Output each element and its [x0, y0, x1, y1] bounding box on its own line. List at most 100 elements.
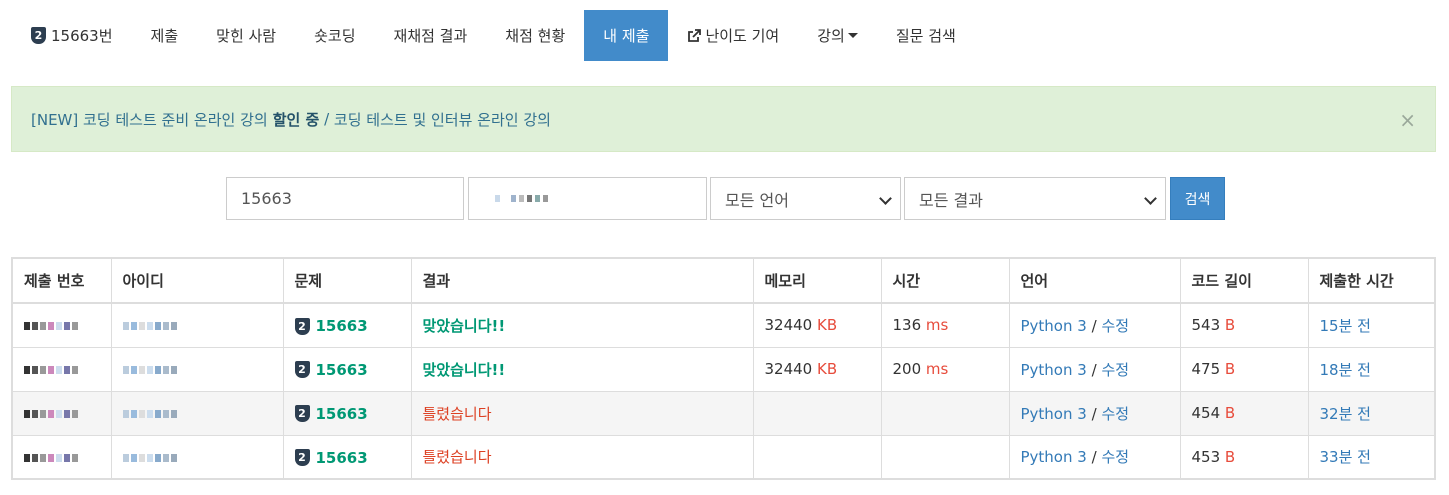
col-user-id: 아이디 — [111, 258, 284, 304]
code-length-cell: 475 B — [1180, 346, 1309, 391]
nav-question-search-label: 질문 검색 — [895, 27, 956, 45]
submitted-time-cell: 33분 전 — [1308, 434, 1436, 479]
submitted-time-cell: 15분 전 — [1308, 302, 1436, 347]
promo-alert: [NEW] 코딩 테스트 준비 온라인 강의 할인 중 / 코딩 테스트 및 인… — [11, 86, 1436, 152]
code-length-cell: 543 B — [1180, 302, 1309, 347]
code-length-value[interactable]: 543 — [1192, 316, 1221, 334]
code-length-value[interactable]: 454 — [1192, 404, 1221, 422]
nav-short-coding-label: 숏코딩 — [314, 27, 356, 45]
nav-submit-label: 제출 — [150, 27, 179, 45]
edit-link[interactable]: 수정 — [1101, 317, 1129, 335]
problem-cell[interactable]: 2 15663 — [283, 302, 412, 347]
redacted-submission-id — [24, 453, 78, 462]
language-cell: Python 3 / 수정 — [1009, 434, 1181, 479]
memory-value: 32440 — [764, 316, 813, 335]
tier-badge-icon: 2 — [294, 405, 310, 423]
edit-link[interactable]: 수정 — [1101, 361, 1129, 379]
result-cell: 맞았습니다!! — [411, 302, 754, 347]
memory-cell: 32440 KB — [753, 346, 882, 391]
user-id-cell[interactable] — [111, 390, 284, 435]
redacted-submission-id — [24, 366, 78, 374]
language-link[interactable]: Python 3 — [1021, 317, 1087, 335]
language-select[interactable]: 모든 언어 — [710, 177, 901, 220]
problem-link[interactable]: 15663 — [316, 361, 368, 379]
memory-cell — [753, 434, 882, 479]
time-cell: 200 ms — [881, 346, 1010, 391]
code-length-unit: B — [1224, 404, 1236, 422]
memory-cell — [753, 390, 882, 435]
user-id-cell[interactable] — [111, 346, 284, 391]
memory-value: 32440 — [764, 360, 813, 378]
nav-status[interactable]: 채점 현황 — [486, 10, 584, 61]
nav-rejudge-label: 재채점 결과 — [393, 27, 468, 45]
time-cell: 136 ms — [881, 302, 1010, 347]
alert-bold[interactable]: 할인 중 — [273, 109, 320, 130]
nav-problem-number[interactable]: 2 15663번 — [12, 10, 132, 61]
language-link[interactable]: Python 3 — [1021, 448, 1087, 466]
nav-solvers[interactable]: 맞힌 사람 — [197, 10, 295, 61]
code-length-unit: B — [1224, 316, 1236, 335]
language-link[interactable]: Python 3 — [1021, 405, 1087, 423]
nav-rejudge[interactable]: 재채점 결과 — [375, 10, 487, 61]
time-value: 200 — [892, 360, 922, 378]
language-cell: Python 3 / 수정 — [1009, 390, 1181, 435]
submitted-time-link[interactable]: 33분 전 — [1320, 448, 1371, 466]
problem-cell[interactable]: 2 15663 — [283, 434, 412, 479]
nav-short-coding[interactable]: 숏코딩 — [295, 10, 374, 61]
redacted-user-id — [122, 453, 177, 462]
tier-badge-icon: 2 — [294, 317, 310, 335]
language-cell: Python 3 / 수정 — [1009, 302, 1181, 347]
user-id-cell[interactable] — [111, 302, 284, 347]
alert-separator: / — [319, 110, 334, 128]
submissions-table: 제출 번호 아이디 문제 결과 메모리 시간 언어 코드 길이 제출한 시간 2… — [11, 257, 1436, 480]
user-id-input[interactable] — [468, 177, 707, 220]
language-link[interactable]: Python 3 — [1021, 361, 1087, 379]
col-time: 시간 — [881, 258, 1010, 304]
redacted-submission-id — [24, 410, 78, 418]
table-row: 2 15663 맞았습니다!! 32440 KB 136 ms Python 3 … — [12, 302, 1436, 347]
nav-difficulty[interactable]: 난이도 기여 — [668, 10, 798, 61]
user-id-cell[interactable] — [111, 434, 284, 479]
edit-link[interactable]: 수정 — [1101, 405, 1129, 423]
table-header-row: 제출 번호 아이디 문제 결과 메모리 시간 언어 코드 길이 제출한 시간 — [12, 258, 1436, 304]
alert-link[interactable]: 코딩 테스트 및 인터뷰 온라인 강의 — [334, 109, 551, 130]
result-select-value: 모든 결과 — [919, 190, 983, 210]
nav-lecture-dropdown[interactable]: 강의 — [798, 10, 877, 61]
submitted-time-link[interactable]: 32분 전 — [1320, 405, 1371, 423]
code-length-value[interactable]: 453 — [1192, 448, 1221, 466]
submitted-time-link[interactable]: 18분 전 — [1320, 361, 1371, 379]
redacted-user-id — [122, 366, 177, 374]
nav-status-label: 채점 현황 — [505, 27, 566, 45]
submission-id-cell — [12, 302, 112, 347]
code-length-unit: B — [1224, 360, 1236, 378]
result-text: 틀렸습니다 — [422, 404, 492, 423]
edit-link[interactable]: 수정 — [1101, 448, 1129, 466]
submission-id-cell — [12, 390, 112, 435]
problem-link[interactable]: 15663 — [316, 317, 368, 335]
nav-submit[interactable]: 제출 — [132, 10, 198, 61]
result-cell: 맞았습니다!! — [411, 346, 754, 391]
code-length-value[interactable]: 475 — [1192, 360, 1221, 378]
result-cell: 틀렸습니다 — [411, 390, 754, 435]
problem-id-input[interactable]: 15663 — [226, 177, 464, 220]
submitted-time-link[interactable]: 15분 전 — [1320, 317, 1371, 335]
nav-my-submissions[interactable]: 내 제출 — [584, 10, 669, 61]
problem-link[interactable]: 15663 — [316, 405, 368, 423]
problem-link[interactable]: 15663 — [316, 449, 368, 467]
problem-cell[interactable]: 2 15663 — [283, 346, 412, 391]
nav-lecture-label: 강의 — [817, 27, 845, 45]
redacted-user-id — [122, 410, 177, 418]
close-icon[interactable]: × — [1399, 108, 1416, 132]
alert-prefix[interactable]: [NEW] 코딩 테스트 준비 온라인 강의 — [31, 109, 268, 130]
result-select[interactable]: 모든 결과 — [904, 177, 1166, 220]
nav-problem-label: 15663번 — [51, 27, 113, 45]
search-button[interactable]: 검색 — [1170, 177, 1225, 220]
col-submission-id: 제출 번호 — [12, 258, 112, 304]
external-link-icon — [687, 28, 702, 43]
problem-cell[interactable]: 2 15663 — [283, 390, 412, 435]
nav-question-search[interactable]: 질문 검색 — [877, 10, 975, 61]
code-length-unit: B — [1224, 447, 1236, 466]
col-code-length: 코드 길이 — [1180, 258, 1309, 304]
col-problem: 문제 — [283, 258, 412, 304]
submitted-time-cell: 18분 전 — [1308, 346, 1436, 391]
